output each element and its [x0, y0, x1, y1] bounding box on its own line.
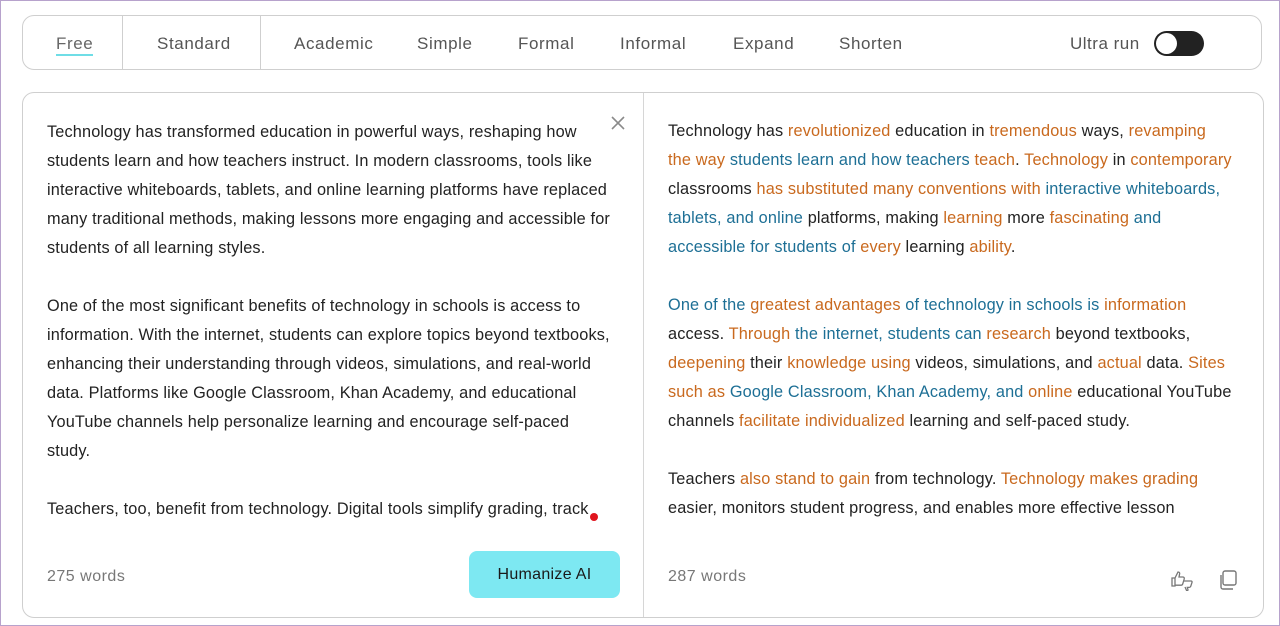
paraphrase-editor: Technology has transformed education in … — [22, 92, 1264, 618]
input-paragraph: Technology has transformed education in … — [47, 123, 611, 257]
output-word-count: 287 words — [668, 568, 747, 585]
ultra-run-toggle[interactable] — [1154, 31, 1204, 56]
tab-academic[interactable]: Academic — [294, 16, 373, 69]
mode-divider — [122, 16, 123, 69]
input-text-area[interactable]: Technology has transformed education in … — [47, 118, 612, 531]
copy-icon[interactable] — [1217, 569, 1239, 591]
mode-divider — [260, 16, 261, 69]
ultra-run-label: Ultra run — [1070, 34, 1140, 53]
output-paragraph: Technology has revolutionized education … — [668, 122, 1232, 256]
pane-divider — [643, 93, 644, 617]
input-word-count: 275 words — [47, 568, 126, 585]
output-paragraph: One of the greatest advantages of techno… — [668, 296, 1232, 430]
tab-shorten[interactable]: Shorten — [839, 16, 903, 69]
tab-expand[interactable]: Expand — [733, 16, 794, 69]
output-paragraph: Teachers also stand to gain from technol… — [668, 470, 1199, 517]
tab-free[interactable]: Free — [56, 16, 94, 69]
humanize-ai-button[interactable]: Humanize AI — [469, 551, 620, 598]
tab-standard[interactable]: Standard — [157, 16, 231, 69]
close-icon[interactable] — [609, 115, 627, 133]
thumbs-up-down-icon[interactable] — [1170, 569, 1193, 592]
toggle-knob — [1156, 33, 1177, 54]
tab-free-label: Free — [56, 34, 94, 56]
input-paragraph: One of the most significant benefits of … — [47, 297, 610, 460]
cursor-marker — [590, 513, 598, 521]
mode-bar: Free Standard Academic Simple Formal Inf… — [22, 15, 1262, 70]
input-paragraph: Teachers, too, benefit from technology. … — [47, 500, 589, 531]
app-frame: Free Standard Academic Simple Formal Inf… — [0, 0, 1280, 626]
tab-formal[interactable]: Formal — [518, 16, 575, 69]
tab-informal[interactable]: Informal — [620, 16, 686, 69]
output-text-area: Technology has revolutionized education … — [668, 117, 1233, 530]
tab-simple[interactable]: Simple — [417, 16, 473, 69]
